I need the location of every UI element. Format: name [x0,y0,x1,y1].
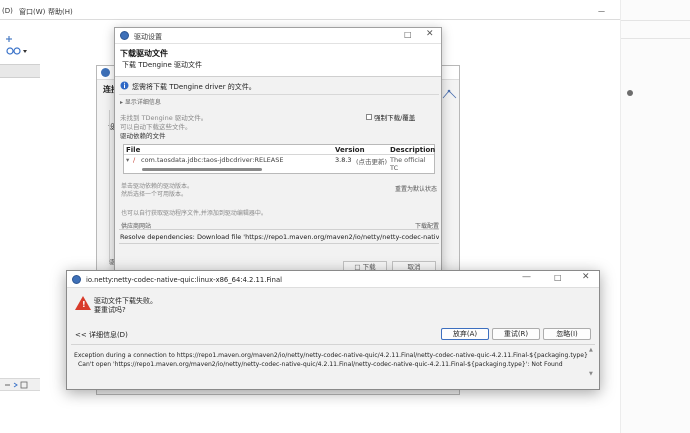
error-message-line-2: 要重试吗? [94,306,126,314]
reset-default-button[interactable]: 重置为默认状态 [395,184,437,193]
maximize-icon[interactable]: □ [554,273,562,282]
hint-line-2: 然后选择一个可用版本。 [121,191,188,198]
driver-dialog-titlebar: 驱动设置 □ ✕ [115,28,441,44]
details-toggle-button[interactable]: << 详细信息(D) [75,330,128,340]
info-text: 您需将下载 TDengine driver 的文件。 [132,83,256,91]
detail-toggle[interactable]: ▸ 显示详细信息 [120,97,161,106]
connection-graphic-icon [442,89,457,99]
scroll-down-icon[interactable]: ▼ [589,371,593,377]
column-file[interactable]: File [126,146,140,154]
table-row[interactable]: ▾ / com.taosdata.jdbc:taos-jdbcdriver:RE… [124,156,434,172]
horizontal-scrollbar[interactable] [142,168,262,171]
table-header: File Version Description [124,145,435,155]
driver-dialog-header: 下载驱动文件 下载 TDengine 驱动文件 [115,44,441,77]
row-file: com.taosdata.jdbc:taos-jdbcdriver:RELEAS… [141,156,284,164]
driver-files-table: File Version Description ▾ / com.taosdat… [123,144,435,174]
checkbox-box[interactable] [366,114,372,120]
column-description[interactable]: Description [390,146,435,154]
resolve-status-bar: Resolve dependencies: Download file 'htt… [119,229,439,244]
maximize-icon[interactable]: □ [404,30,412,39]
download-error-dialog: io.netty:netty-codec-native-quic:linux-x… [66,270,600,390]
chevron-down-icon[interactable]: ▾ [126,156,129,164]
exclamation-icon: ! [82,300,86,309]
app-icon [120,31,129,40]
row-version-hint: (点击更新) [356,158,388,166]
left-panel-header [0,64,40,78]
minimize-icon[interactable]: — [598,7,605,15]
resolve-text: Resolve dependencies: Download file 'htt… [120,233,439,241]
force-download-label: 强制下载/覆盖 [374,114,416,122]
error-dialog-titlebar: io.netty:netty-codec-native-quic:linux-x… [67,271,599,288]
link-icon[interactable] [6,46,32,56]
driver-settings-dialog: 驱动设置 □ ✕ 下载驱动文件 下载 TDengine 驱动文件 您需将下载 T… [114,27,442,274]
column-version[interactable]: Version [335,146,365,154]
error-log-area[interactable]: Exception during a connection to https:/… [71,344,595,388]
jar-icon: / [133,156,136,164]
close-icon[interactable]: ✕ [582,272,590,282]
abort-button[interactable]: 放弃(A) [441,328,489,340]
node-icon [627,90,633,96]
row-version[interactable]: 3.8.3 [335,156,352,164]
app-icon [101,68,110,77]
close-icon[interactable]: ✕ [426,29,434,39]
row-description: The official TC [390,156,426,172]
manual-hint: 也可以自行获取驱动程序文件,并添加到驱动编辑器中。 [121,210,267,217]
collapse-icon[interactable] [4,34,14,44]
force-download-checkbox[interactable]: 强制下载/覆盖 [366,112,415,122]
ignore-button[interactable]: 忽略(I) [543,328,591,340]
menu-bar: (D) 窗口(W) 帮助(H) — [0,0,690,20]
info-icon [120,81,129,90]
detail-toggle-label: 显示详细信息 [124,99,161,106]
menu-item-d[interactable]: (D) [2,7,13,15]
menu-item-window[interactable]: 窗口(W) [19,7,45,17]
minimize-icon[interactable]: — [522,272,531,282]
section-label: 驱动依赖的文件 [120,132,166,140]
left-toolbar [0,20,40,70]
error-dialog-title: io.netty:netty-codec-native-quic:linux-x… [86,276,283,284]
separator [119,94,439,95]
header-subtitle: 下载 TDengine 驱动文件 [122,61,202,69]
header-title: 下载驱动文件 [120,49,168,58]
error-log-line-1: Exception during a connection to https:/… [74,352,588,359]
left-bottom-toolbar [0,378,40,391]
right-panel [620,0,690,433]
retry-button[interactable]: 重试(R) [492,328,540,340]
app-icon [72,275,81,284]
error-log-line-2: Can't open 'https://repo1.maven.org/mave… [78,361,563,368]
menu-item-help[interactable]: 帮助(H) [48,7,73,17]
driver-dialog-title: 驱动设置 [134,33,162,41]
scroll-up-icon[interactable]: ▲ [589,347,593,353]
warning-icon: ! [75,296,91,310]
bottom-toolbar-icons[interactable] [4,381,34,390]
